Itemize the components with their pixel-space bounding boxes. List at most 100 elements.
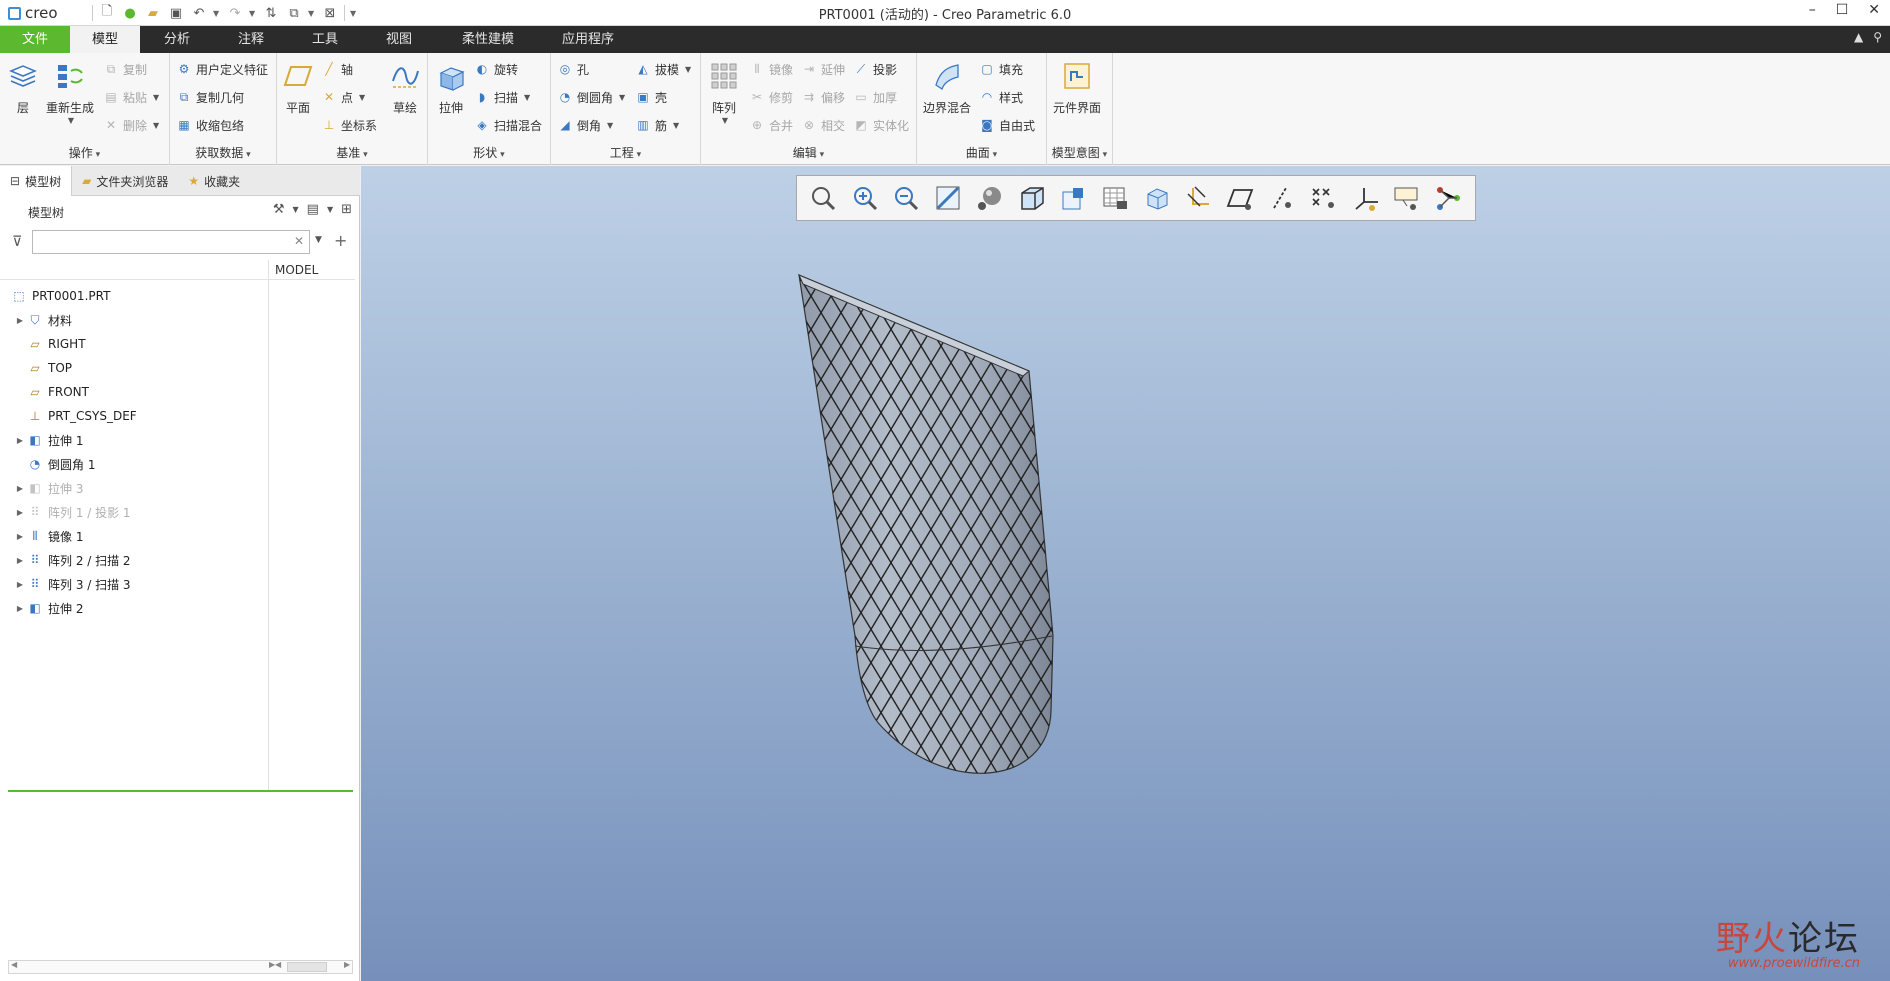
tree-item[interactable]: ▶ ⫴ 镜像 1 [0, 524, 268, 548]
mirror-button[interactable]: ⫴ 镜像 [749, 59, 793, 79]
tree-item[interactable]: ▶ ◧ 拉伸 3 [0, 476, 268, 500]
tree-item[interactable]: ▶ ⠿ 阵列 1 / 投影 1 [0, 500, 268, 524]
scroll-left-icon-2[interactable]: ◀ [275, 960, 281, 969]
group-label-surfaces[interactable]: 曲面 [917, 144, 1046, 161]
copy-button[interactable]: ⧉ 复制 [103, 59, 147, 79]
open-icon[interactable]: ● [121, 4, 139, 22]
fill-button[interactable]: ▢ 填充 [979, 59, 1023, 79]
scroll-thumb[interactable] [287, 962, 327, 972]
search-help-icon[interactable]: ⚲ [1873, 30, 1882, 44]
extrude-button[interactable]: 拉伸 [434, 59, 468, 116]
hole-button[interactable]: ◎ 孔 [557, 59, 589, 79]
tab-flexible-modeling[interactable]: 柔性建模 [436, 26, 540, 53]
search-options-dropdown-icon[interactable]: ▼ [315, 235, 322, 245]
tree-item[interactable]: ▶ ◧ 拉伸 1 [0, 428, 268, 452]
expand-arrow-icon[interactable]: ▶ [14, 532, 26, 541]
expand-arrow-icon[interactable]: ▶ [14, 484, 26, 493]
clear-search-icon[interactable]: ✕ [294, 234, 304, 248]
scroll-left-icon[interactable]: ◀ [11, 960, 17, 969]
expand-arrow-icon[interactable]: ▶ [14, 580, 26, 589]
redo-dropdown-icon[interactable]: ▼ [249, 9, 257, 18]
insert-here-indicator[interactable] [8, 790, 353, 792]
round-dropdown-icon[interactable]: ▼ [619, 93, 625, 102]
tab-view[interactable]: 视图 [362, 26, 436, 53]
merge-button[interactable]: ⊕ 合并 [749, 115, 793, 135]
group-label-datum[interactable]: 基准 [277, 144, 427, 161]
tree-item[interactable]: ⊥ PRT_CSYS_DEF [0, 404, 268, 428]
tree-item[interactable]: ▶ ⠿ 阵列 2 / 扫描 2 [0, 548, 268, 572]
delete-button[interactable]: ✕ 删除 ▼ [103, 115, 159, 135]
sketch-button[interactable]: 草绘 [388, 59, 422, 116]
undo-icon[interactable]: ↶ [190, 4, 208, 22]
pattern-button[interactable]: 阵列 ▼ [707, 59, 741, 125]
offset-button[interactable]: ⇉ 偏移 [801, 87, 845, 107]
expand-arrow-icon[interactable]: ▶ [14, 556, 26, 565]
open-folder-icon[interactable]: ▰ [144, 4, 162, 22]
filter-icon[interactable]: ⊽ [12, 234, 22, 250]
axis-button[interactable]: ╱ 轴 [321, 59, 353, 79]
shrinkwrap-button[interactable]: ▦ 收缩包络 [176, 115, 244, 135]
regenerate-icon[interactable]: ⇅ [262, 4, 280, 22]
sweep-button[interactable]: ◗ 扫描 ▼ [474, 87, 530, 107]
plane-button[interactable]: 平面 [281, 59, 315, 116]
tree-item[interactable]: ▱ RIGHT [0, 332, 268, 356]
draft-dropdown-icon[interactable]: ▼ [685, 65, 691, 74]
tree-item[interactable]: ⬚ PRT0001.PRT [0, 284, 268, 308]
close-window-icon[interactable]: ⊠ [321, 4, 339, 22]
column-divider[interactable] [268, 260, 269, 790]
copy-geometry-button[interactable]: ⧉ 复制几何 [176, 87, 244, 107]
expand-arrow-icon[interactable]: ▶ [14, 436, 26, 445]
tree-item[interactable]: ◔ 倒圆角 1 [0, 452, 268, 476]
customize-qat-icon[interactable]: ▼ [350, 9, 358, 18]
new-file-icon[interactable]: 🗋 [98, 4, 116, 22]
trim-button[interactable]: ✂ 修剪 [749, 87, 793, 107]
group-label-model-intent[interactable]: 模型意图 [1047, 144, 1112, 161]
expand-arrow-icon[interactable]: ▶ [14, 508, 26, 517]
tab-tools[interactable]: 工具 [288, 26, 362, 53]
minimize-icon[interactable]: – [1809, 2, 1816, 18]
component-interface-button[interactable]: 元件界面 [1053, 59, 1101, 116]
tab-applications[interactable]: 应用程序 [540, 26, 636, 53]
solidify-button[interactable]: ◩ 实体化 [853, 115, 909, 135]
tree-horizontal-scrollbar[interactable]: ◀ ▶ ◀ ▶ [8, 960, 353, 974]
style-button[interactable]: ◠ 样式 [979, 87, 1023, 107]
rib-dropdown-icon[interactable]: ▼ [673, 121, 679, 130]
pattern-dropdown-icon[interactable]: ▼ [722, 116, 728, 125]
extend-button[interactable]: ⇥ 延伸 [801, 59, 845, 79]
regenerate-dropdown-icon[interactable]: ▼ [68, 116, 74, 125]
graphics-window[interactable]: 野火论坛 www.proewildfire.cn [361, 166, 1890, 981]
group-label-engineering[interactable]: 工程 [551, 144, 700, 161]
sweep-dropdown-icon[interactable]: ▼ [524, 93, 530, 102]
group-label-operations[interactable]: 操作 [0, 144, 169, 161]
group-label-shapes[interactable]: 形状 [428, 144, 550, 161]
tab-folder-browser[interactable]: ▰ 文件夹浏览器 [72, 166, 178, 196]
tree-search-input[interactable] [32, 230, 310, 254]
tab-model[interactable]: 模型 [70, 26, 140, 53]
scroll-right-icon-2[interactable]: ▶ [344, 960, 350, 969]
tree-item[interactable]: ▱ FRONT [0, 380, 268, 404]
maximize-icon[interactable]: ☐ [1836, 2, 1849, 18]
tab-model-tree[interactable]: ⊟ 模型树 [0, 166, 73, 196]
tab-favorites[interactable]: ★ 收藏夹 [178, 166, 250, 196]
freestyle-button[interactable]: ◙ 自由式 [979, 115, 1035, 135]
close-icon[interactable]: ✕ [1868, 2, 1880, 18]
point-button[interactable]: ✕ 点 ▼ [321, 87, 365, 107]
project-button[interactable]: ⟋ 投影 [853, 59, 897, 79]
round-button[interactable]: ◔ 倒圆角 ▼ [557, 87, 625, 107]
tree-show-icon[interactable]: ▤ [307, 202, 319, 217]
tree-filter-items-icon[interactable]: ⊞ [341, 202, 352, 217]
intersect-button[interactable]: ⊗ 相交 [801, 115, 845, 135]
shell-button[interactable]: ▣ 壳 [635, 87, 667, 107]
delete-dropdown-icon[interactable]: ▼ [153, 121, 159, 130]
windows-icon[interactable]: ⧉ [285, 4, 303, 22]
expand-arrow-icon[interactable]: ▶ [14, 316, 26, 325]
boundary-blend-button[interactable]: 边界混合 [923, 59, 971, 116]
add-filter-icon[interactable]: + [334, 231, 347, 250]
draft-button[interactable]: ◭ 拔模 ▼ [635, 59, 691, 79]
tree-show-dropdown-icon[interactable]: ▼ [327, 205, 333, 214]
point-dropdown-icon[interactable]: ▼ [359, 93, 365, 102]
expand-arrow-icon[interactable]: ▶ [14, 604, 26, 613]
udf-button[interactable]: ⚙ 用户定义特征 [176, 59, 268, 79]
tree-settings-icon[interactable]: ⚒ [273, 202, 285, 217]
group-label-get-data[interactable]: 获取数据 [170, 144, 276, 161]
